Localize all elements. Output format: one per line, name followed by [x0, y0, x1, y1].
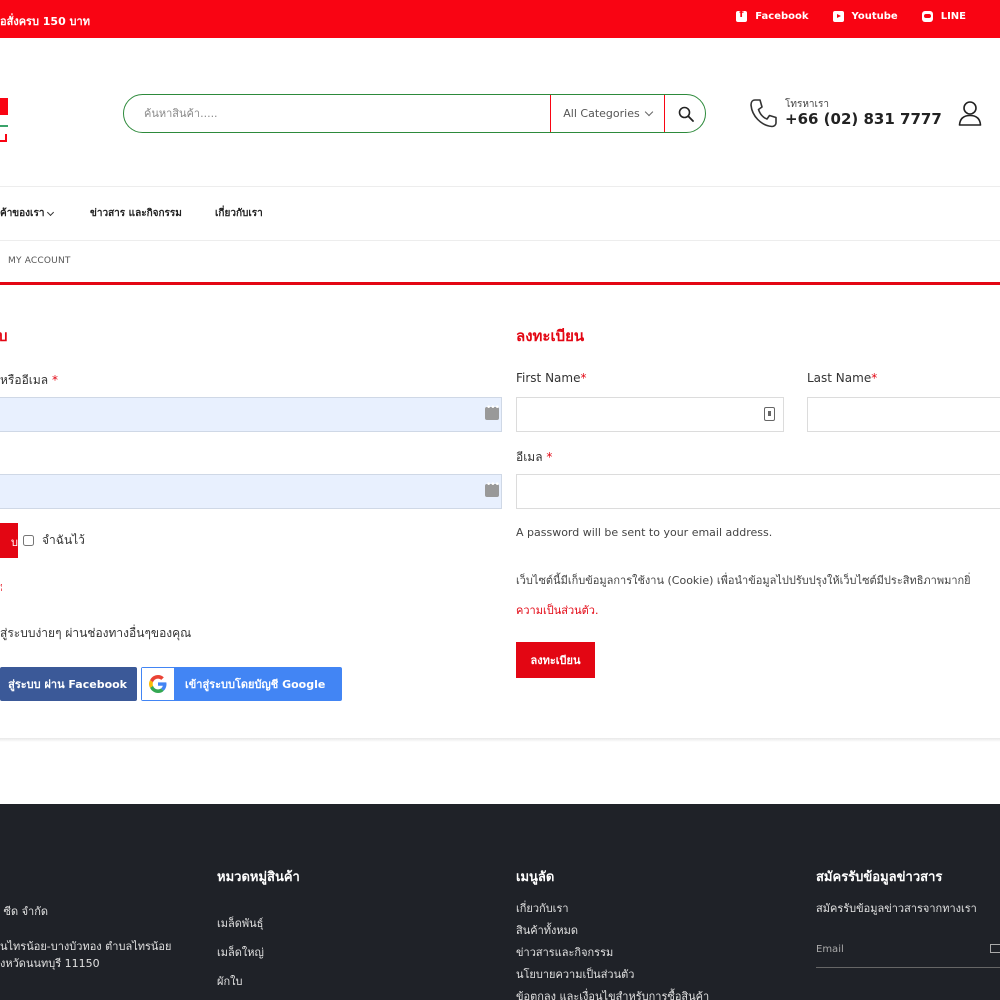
chevron-down-icon [47, 208, 55, 216]
breadcrumb: MY ACCOUNT [8, 256, 71, 266]
facebook-link-label: Facebook [755, 11, 809, 22]
nav-item-about[interactable]: เกี่ยวกับเรา [215, 206, 263, 221]
site-logo[interactable] [0, 98, 8, 146]
login-title: บ [0, 327, 8, 345]
password-input[interactable] [0, 474, 502, 509]
footer-menu-link[interactable]: ข้อตกลง และเงื่อนไขสำหรับการซื้อสินค้า [516, 987, 709, 1000]
remember-me-checkbox[interactable] [23, 535, 34, 546]
accent-divider [0, 282, 1000, 285]
section-divider [0, 738, 1000, 742]
username-input[interactable] [0, 397, 502, 432]
required-mark: * [546, 450, 553, 464]
facebook-icon [736, 9, 748, 22]
nav-item-label: ค้าของเรา [0, 208, 45, 219]
social-links: Facebook Youtube LINE [736, 9, 966, 22]
google-login-button[interactable]: เข้าสู่ระบบโดยบัญชี Google [141, 667, 342, 701]
search-bar: All Categories [123, 94, 706, 133]
top-bar: ื่อสั่งครบ 150 บาท Facebook Youtube LINE [0, 0, 1000, 38]
first-name-input[interactable] [516, 397, 784, 432]
youtube-icon [832, 11, 844, 22]
nav-item-news[interactable]: ข่าวสาร และกิจกรรม [90, 206, 182, 221]
google-icon [149, 675, 167, 693]
youtube-link-label: Youtube [851, 11, 898, 22]
footer-menu-title: เมนูลัด [516, 870, 555, 885]
company-address-line: งหวัดนนทบุรี 11150 [0, 957, 100, 970]
footer-category-link[interactable]: เมล็ดใหญ่ [217, 943, 264, 961]
search-input[interactable] [124, 95, 550, 132]
company-address-line: นไทรน้อย-บางบัวทอง ตำบลไทรน้อย [0, 940, 172, 953]
privacy-policy-link[interactable]: ความเป็นส่วนตัว. [516, 601, 598, 619]
required-mark: * [51, 373, 58, 387]
remember-me-label: จำฉันไว้ [42, 533, 85, 547]
footer-category-link[interactable]: ผักใบ [217, 972, 242, 990]
password-manager-icon[interactable] [485, 403, 499, 420]
login-button[interactable]: บ [0, 523, 18, 558]
search-button[interactable] [667, 95, 705, 132]
nav-item-label: เกี่ยวกับเรา [215, 208, 263, 219]
facebook-link[interactable]: Facebook [736, 9, 809, 22]
youtube-link[interactable]: Youtube [832, 11, 898, 22]
line-icon [921, 11, 933, 22]
register-email-label: อีเมล * [516, 450, 553, 464]
contact-number: +66 (02) 831 7777 [785, 110, 942, 128]
required-mark: * [871, 371, 878, 385]
footer-categories-title: หมวดหมู่สินค้า [217, 870, 300, 885]
newsletter-text: สมัครรับข้อมูลข่าวสารจากทางเรา [816, 902, 977, 915]
category-select-label: All Categories [563, 107, 640, 120]
search-icon [678, 106, 694, 122]
contact-card-icon[interactable] [764, 407, 775, 421]
newsletter-email-placeholder: Email [816, 944, 844, 955]
register-title: ลงทะเบียน [516, 327, 585, 345]
promo-text: ื่อสั่งครบ 150 บาท [0, 15, 90, 28]
footer-menu-link[interactable]: สินค้าทั้งหมด [516, 921, 578, 939]
password-note: A password will be sent to your email ad… [516, 526, 773, 539]
newsletter-email-input[interactable]: Email [816, 944, 1000, 968]
register-email-input[interactable] [516, 474, 1000, 509]
footer-newsletter-title: สมัครรับข้อมูลข่าวสาร [816, 870, 943, 885]
phone-icon [750, 99, 777, 128]
last-name-input[interactable] [807, 397, 1000, 432]
register-button[interactable]: ลงทะเบียน [516, 642, 595, 678]
nav-item-label: ข่าวสาร และกิจกรรม [90, 208, 182, 219]
email-icon[interactable] [990, 944, 1000, 953]
last-name-label: Last Name* [807, 371, 878, 385]
chevron-down-icon [644, 107, 653, 116]
required-mark: * [580, 371, 587, 385]
divider [0, 240, 1000, 241]
social-login-text: สู่ระบบง่ายๆ ผ่านช่องทางอื่นๆของคุณ [0, 626, 192, 640]
company-name: ี ซีด จำกัด [0, 905, 49, 918]
username-label: หรืออีเมล * [0, 373, 58, 387]
footer-category-link[interactable]: เมล็ดพันธุ์ [217, 914, 263, 932]
user-account-icon[interactable] [958, 100, 982, 126]
category-select[interactable]: All Categories [550, 95, 665, 132]
first-name-label: First Name* [516, 371, 587, 385]
footer-menu-link[interactable]: ข่าวสารและกิจกรรม [516, 943, 613, 961]
remember-me[interactable]: จำฉันไว้ [23, 531, 85, 550]
footer-menu-link[interactable]: เกี่ยวกับเรา [516, 899, 569, 917]
nav-item-products[interactable]: ค้าของเรา [0, 206, 55, 221]
line-link-label: LINE [940, 11, 966, 22]
facebook-login-button[interactable]: สู่ระบบ ผ่าน Facebook [0, 667, 137, 701]
line-link[interactable]: LINE [921, 11, 966, 22]
lost-password-link[interactable]: ม [0, 578, 2, 592]
footer-menu-link[interactable]: นโยบายความเป็นส่วนตัว [516, 965, 634, 983]
site-footer: ี ซีด จำกัด นไทรน้อย-บางบัวทอง ตำบลไทรน้… [0, 804, 1000, 1000]
password-manager-icon[interactable] [485, 480, 499, 497]
divider [0, 186, 1000, 187]
cookie-notice: เว็บไซต์นี้มีเก็บข้อมูลการใช้งาน (Cookie… [516, 574, 971, 587]
